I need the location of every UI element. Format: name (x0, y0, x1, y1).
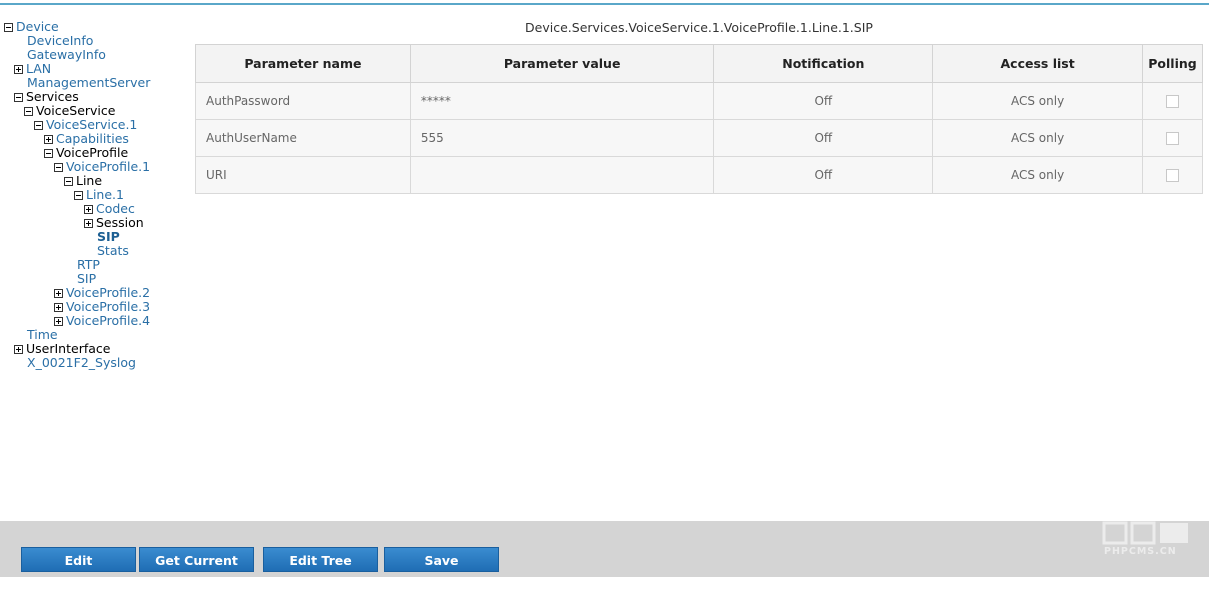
collapse-icon[interactable] (44, 149, 53, 158)
tree-node-gatewayinfo[interactable]: GatewayInfo (0, 48, 190, 62)
access-list-cell[interactable]: ACS only (932, 119, 1143, 157)
tree-node-line-1[interactable]: Line.1 (0, 188, 190, 202)
tree-node-voiceprofile-2[interactable]: VoiceProfile.2 (0, 286, 190, 300)
param-value-cell[interactable]: 555 (409, 119, 715, 157)
bottom-toolbar: Edit Get Current Edit Tree Save Paramete… (0, 521, 1209, 593)
tree-node-voiceprofile-3[interactable]: VoiceProfile.3 (0, 300, 190, 314)
watermark-logo-icon (1102, 521, 1188, 545)
expand-icon[interactable] (54, 317, 63, 326)
tree-node-time[interactable]: Time (0, 328, 190, 342)
param-name-cell: AuthUserName (195, 119, 411, 157)
table-row: URI Off ACS only (195, 156, 1204, 194)
column-header-notification[interactable]: Notification (713, 44, 934, 83)
expand-icon[interactable] (54, 303, 63, 312)
expand-icon[interactable] (54, 289, 63, 298)
tree-node-voiceservice[interactable]: VoiceService (0, 104, 190, 118)
param-value-cell[interactable] (409, 156, 715, 194)
param-name-cell: AuthPassword (195, 82, 411, 120)
access-list-cell[interactable]: ACS only (932, 156, 1143, 194)
tree-node-syslog[interactable]: X_0021F2_Syslog (0, 356, 190, 370)
column-header-access-list[interactable]: Access list (932, 44, 1143, 83)
notification-cell[interactable]: Off (713, 82, 934, 120)
edit-tree-button[interactable]: Edit Tree (263, 547, 378, 572)
collapse-icon[interactable] (34, 121, 43, 130)
expand-icon[interactable] (14, 345, 23, 354)
get-current-button[interactable]: Get Current (139, 547, 254, 572)
param-value-cell[interactable]: ***** (409, 82, 715, 120)
expand-icon[interactable] (84, 219, 93, 228)
tree-node-line[interactable]: Line (0, 174, 190, 188)
collapse-icon[interactable] (64, 177, 73, 186)
tree-node-session[interactable]: Session (0, 216, 190, 230)
tree-node-stats[interactable]: Stats (0, 244, 190, 258)
tree-node-rtp[interactable]: RTP (0, 258, 190, 272)
collapse-icon[interactable] (24, 107, 33, 116)
column-header-parameter-name[interactable]: Parameter name (195, 44, 411, 83)
tree-node-capabilities[interactable]: Capabilities (0, 132, 190, 146)
access-list-cell[interactable]: ACS only (932, 82, 1143, 120)
notification-cell[interactable]: Off (713, 119, 934, 157)
watermark-logo: PHPCMS.CN (1102, 521, 1192, 571)
tree-node-sip[interactable]: SIP (0, 272, 190, 286)
tree-node-voiceprofile[interactable]: VoiceProfile (0, 146, 190, 160)
tree-node-sip-selected[interactable]: SIP (0, 230, 190, 244)
parameters-table: Parameter name Parameter value Notificat… (195, 44, 1204, 194)
polling-cell (1141, 156, 1204, 194)
top-divider (0, 3, 1209, 5)
tree-node-services[interactable]: Services (0, 90, 190, 104)
tree-node-voiceprofile-4[interactable]: VoiceProfile.4 (0, 314, 190, 328)
save-parameters-button[interactable]: Save Parameters (384, 547, 499, 593)
table-header-row: Parameter name Parameter value Notificat… (195, 44, 1204, 83)
collapse-icon[interactable] (14, 93, 23, 102)
edit-button[interactable]: Edit (21, 547, 136, 572)
column-header-polling[interactable]: Polling (1141, 44, 1204, 83)
expand-icon[interactable] (14, 65, 23, 74)
polling-cell (1141, 119, 1204, 157)
expand-icon[interactable] (44, 135, 53, 144)
polling-cell (1141, 82, 1204, 120)
polling-checkbox[interactable] (1165, 95, 1179, 108)
tree-node-deviceinfo[interactable]: DeviceInfo (0, 34, 190, 48)
tree-node-codec[interactable]: Codec (0, 202, 190, 216)
notification-cell[interactable]: Off (713, 156, 934, 194)
column-header-parameter-value[interactable]: Parameter value (409, 44, 715, 83)
tree-node-device[interactable]: Device (0, 20, 190, 34)
param-name-cell: URI (195, 156, 411, 194)
polling-checkbox[interactable] (1165, 132, 1179, 145)
tree-node-managementserver[interactable]: ManagementServer (0, 76, 190, 90)
watermark-text: PHPCMS.CN (1104, 546, 1177, 557)
expand-icon[interactable] (84, 205, 93, 214)
table-row: AuthUserName 555 Off ACS only (195, 119, 1204, 157)
collapse-icon[interactable] (4, 23, 13, 32)
tree-node-lan[interactable]: LAN (0, 62, 190, 76)
tree-node-voiceservice-1[interactable]: VoiceService.1 (0, 118, 190, 132)
table-row: AuthPassword ***** Off ACS only (195, 82, 1204, 120)
collapse-icon[interactable] (74, 191, 83, 200)
collapse-icon[interactable] (54, 163, 63, 172)
page-title: Device.Services.VoiceService.1.VoiceProf… (525, 20, 873, 35)
tree-node-userinterface[interactable]: UserInterface (0, 342, 190, 356)
polling-checkbox[interactable] (1165, 169, 1179, 182)
tree-node-voiceprofile-1[interactable]: VoiceProfile.1 (0, 160, 190, 174)
parameter-tree: Device DeviceInfo GatewayInfo LAN Manage… (0, 20, 190, 370)
